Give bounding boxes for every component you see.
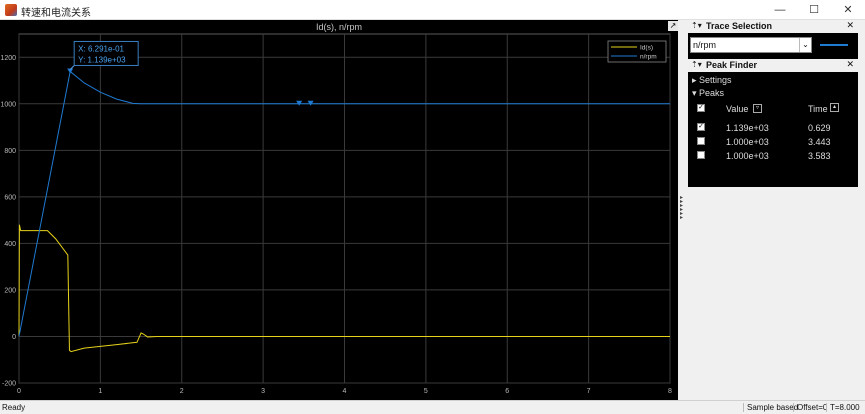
- peak-finder-panel: ⇡▾ Peak Finder ✕ ▸ Settings ▾ Peaks ✓ Va…: [688, 59, 858, 187]
- status-bar: Ready Sample based Offset=0 T=8.000: [0, 400, 865, 414]
- trace-color-swatch: [820, 44, 848, 46]
- status-ready: Ready: [2, 403, 26, 412]
- undock-button[interactable]: ↗: [668, 21, 678, 31]
- peak-row-checkbox[interactable]: [697, 151, 705, 159]
- x-tick-label: 6: [505, 388, 509, 395]
- matlab-app-icon: [5, 4, 17, 16]
- x-tick-label: 7: [587, 388, 591, 395]
- peak-finder-title: Peak Finder: [706, 60, 758, 70]
- measurements-panel: ⇡▾ Trace Selection ✕ n/rpm ⌄ ⇡▾ Peak Fin…: [686, 20, 865, 400]
- chevron-down-icon[interactable]: ⌄: [799, 38, 811, 52]
- select-all-checkbox[interactable]: ✓: [697, 104, 705, 112]
- legend-label: n/rpm: [640, 54, 657, 61]
- x-tick-label: 5: [424, 388, 428, 395]
- trace-selection-header: ⇡▾ Trace Selection ✕: [688, 20, 858, 33]
- peak-row-checkbox[interactable]: [697, 137, 705, 145]
- y-tick-label: 800: [4, 148, 16, 155]
- peak-time: 3.443: [808, 137, 831, 147]
- window-title: 转速和电流关系: [21, 8, 91, 19]
- settings-label: Settings: [699, 75, 732, 85]
- x-tick-label: 8: [668, 388, 672, 395]
- panel-resize-arrows-icon[interactable]: ▸ ▸ ▸ ▸ ▸ ▸: [678, 195, 685, 221]
- x-tick-label: 2: [180, 388, 184, 395]
- close-peak-finder-button[interactable]: ✕: [846, 59, 854, 70]
- plot-title: Id(s), n/rpm: [315, 22, 362, 32]
- maximize-button[interactable]: ☐: [797, 0, 831, 20]
- y-tick-label: -200: [2, 381, 16, 388]
- status-offset: Offset=0: [793, 403, 827, 412]
- peaks-label: Peaks: [699, 88, 725, 98]
- status-time: T=8.000: [826, 403, 860, 412]
- settings-expander[interactable]: ▸ Settings: [692, 75, 732, 86]
- title-bar: 转速和电流关系 — ☐ ✕: [0, 0, 865, 20]
- trace-select-dropdown[interactable]: n/rpm ⌄: [690, 37, 812, 53]
- peak-value: 1.000e+03: [726, 151, 769, 161]
- sort-time-icon[interactable]: ▴: [830, 103, 839, 112]
- trace-selection-panel: ⇡▾ Trace Selection ✕ n/rpm ⌄: [688, 20, 858, 60]
- y-tick-label: 200: [4, 287, 16, 294]
- y-tick-label: 1000: [0, 101, 16, 108]
- x-tick-label: 1: [98, 388, 102, 395]
- x-tick-label: 4: [343, 388, 347, 395]
- close-button[interactable]: ✕: [831, 0, 865, 20]
- peak-value: 1.139e+03: [726, 123, 769, 133]
- peak-value: 1.000e+03: [726, 137, 769, 147]
- peak-time: 3.583: [808, 151, 831, 161]
- x-tick-label: 3: [261, 388, 265, 395]
- sort-value-icon[interactable]: ▿: [753, 104, 762, 113]
- y-tick-label: 0: [12, 334, 16, 341]
- legend-box: [607, 40, 667, 63]
- peak-row-checkbox[interactable]: ✓: [697, 123, 705, 131]
- legend-label: Id(s): [640, 45, 653, 52]
- y-tick-label: 1200: [0, 55, 16, 62]
- scope-plot[interactable]: 0 1 2 3 4 5 6 7 8-200020040060080010001200Id(s)n…: [0, 20, 678, 400]
- y-tick-label: 400: [4, 241, 16, 248]
- close-trace-selection-button[interactable]: ✕: [846, 20, 854, 31]
- x-tick-label: 0: [17, 388, 21, 395]
- pin-icon[interactable]: ⇡▾: [691, 21, 702, 30]
- trace-select-value: n/rpm: [693, 40, 717, 50]
- pin-icon[interactable]: ⇡▾: [691, 60, 702, 69]
- datatip-x: X: 6.291e-01: [78, 44, 124, 53]
- peak-finder-header: ⇡▾ Peak Finder ✕: [688, 59, 858, 72]
- value-column-header[interactable]: Value: [726, 104, 748, 114]
- scope-plot-panel[interactable]: 0 1 2 3 4 5 6 7 8 -200 0 200 400 600 800 1000 1200 Id(s) n…: [0, 20, 678, 400]
- peaks-expander[interactable]: ▾ Peaks: [692, 88, 724, 99]
- peak-time: 0.629: [808, 123, 831, 133]
- status-mode: Sample based: [743, 403, 798, 412]
- trace-selection-title: Trace Selection: [706, 21, 773, 31]
- y-tick-label: 600: [4, 194, 16, 201]
- datatip-y: Y: 1.139e+03: [78, 55, 126, 64]
- minimize-button[interactable]: —: [763, 0, 797, 20]
- time-column-header[interactable]: Time: [808, 104, 828, 114]
